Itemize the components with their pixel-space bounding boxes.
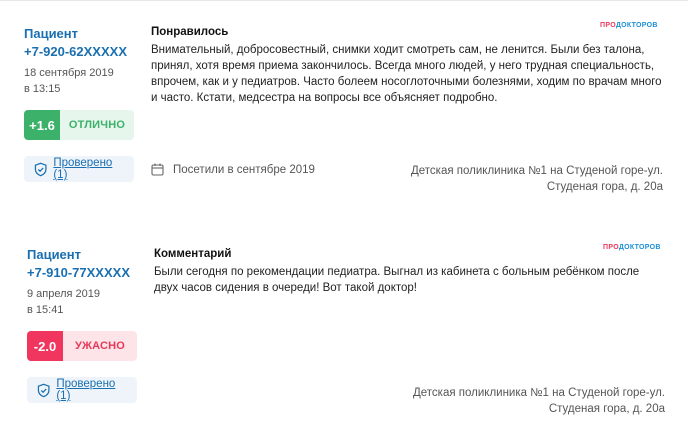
clinic-address: Детская поликлиника №1 на Студеной горе-…: [412, 387, 665, 415]
author-name: Пациент: [24, 26, 79, 41]
rating-label: ОТЛИЧНО: [68, 119, 126, 131]
review-date: 9 апреля 2019: [27, 288, 101, 300]
rating-badge: -2.0 УЖАСНО: [27, 331, 137, 361]
review-section-title: Комментарий: [154, 248, 232, 260]
review-card: Пациент +7-920-62XXXXX 18 сентября 2019 …: [0, 0, 688, 211]
review-text: Внимательный, добросовестный, снимки ход…: [151, 44, 662, 104]
rating-score: -2.0: [27, 331, 63, 361]
author-phone: +7-920-62XXXXX: [24, 44, 127, 59]
verified-link[interactable]: Проверено (1): [53, 157, 126, 181]
review-author-block: Пациент +7-910-77XXXXX 9 апреля 2019 в 1…: [27, 246, 130, 318]
clinic-address: Детская поликлиника №1 на Студеной горе-…: [410, 165, 663, 193]
author-name: Пациент: [27, 247, 82, 262]
rating-badge: +1.6 ОТЛИЧНО: [24, 110, 134, 140]
visit-text: Посетили в сентябре 2019: [173, 163, 315, 176]
review-author-block: Пациент +7-920-62XXXXX 18 сентября 2019 …: [24, 25, 127, 97]
shield-check-icon: [34, 162, 47, 176]
review-time: в 15:41: [27, 304, 64, 316]
review-card: Пациент +7-910-77XXXXX 9 апреля 2019 в 1…: [0, 222, 688, 434]
rating-score: +1.6: [24, 110, 60, 140]
calendar-icon: [151, 163, 164, 176]
shield-check-icon: [37, 383, 50, 397]
review-date: 18 сентября 2019: [24, 67, 114, 79]
visit-info: Посетили в сентябре 2019: [151, 163, 315, 176]
review-time: в 13:15: [24, 83, 61, 95]
prodoctorov-logo: ПРОДОКТОРОВ: [600, 22, 658, 29]
verified-badge[interactable]: Проверено (1): [24, 156, 134, 182]
prodoctorov-logo: ПРОДОКТОРОВ: [603, 244, 661, 251]
verified-link[interactable]: Проверено (1): [56, 378, 129, 402]
review-section-title: Понравилось: [151, 26, 229, 38]
logo-part-2: ДОКТОРОВ: [615, 22, 658, 29]
logo-part-2: ДОКТОРОВ: [618, 244, 661, 251]
verified-badge[interactable]: Проверено (1): [27, 377, 137, 403]
author-phone: +7-910-77XXXXX: [27, 265, 130, 280]
logo-part-1: ПРО: [603, 244, 619, 251]
logo-part-1: ПРО: [600, 22, 616, 29]
rating-label: УЖАСНО: [74, 340, 126, 352]
review-text: Были сегодня по рекомендации педиатра. В…: [154, 266, 640, 294]
